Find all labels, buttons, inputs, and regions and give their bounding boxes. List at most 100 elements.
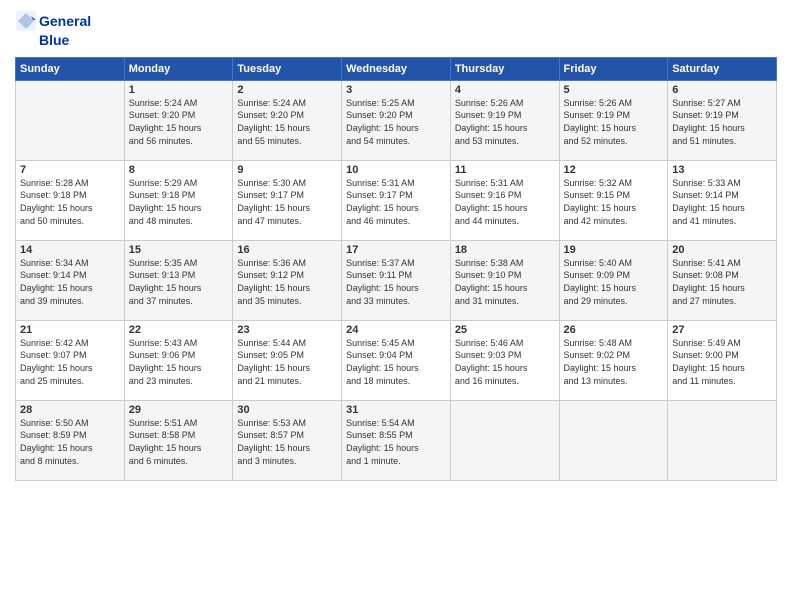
day-info: Sunrise: 5:37 AM Sunset: 9:11 PM Dayligh… [346, 257, 446, 307]
day-number: 17 [346, 244, 446, 256]
day-number: 29 [129, 404, 229, 416]
calendar-cell: 28Sunrise: 5:50 AM Sunset: 8:59 PM Dayli… [16, 400, 125, 480]
day-number: 5 [564, 84, 664, 96]
calendar-cell: 15Sunrise: 5:35 AM Sunset: 9:13 PM Dayli… [124, 240, 233, 320]
day-number: 6 [672, 84, 772, 96]
calendar-cell: 20Sunrise: 5:41 AM Sunset: 9:08 PM Dayli… [668, 240, 777, 320]
day-info: Sunrise: 5:36 AM Sunset: 9:12 PM Dayligh… [237, 257, 337, 307]
page-container: General Blue SundayMondayTuesdayWednesda… [0, 0, 792, 491]
header-cell-wednesday: Wednesday [342, 57, 451, 80]
day-number: 20 [672, 244, 772, 256]
calendar-week-row-3: 14Sunrise: 5:34 AM Sunset: 9:14 PM Dayli… [16, 240, 777, 320]
day-info: Sunrise: 5:24 AM Sunset: 9:20 PM Dayligh… [237, 97, 337, 147]
day-number: 12 [564, 164, 664, 176]
day-info: Sunrise: 5:31 AM Sunset: 9:16 PM Dayligh… [455, 177, 555, 227]
logo: General Blue [15, 10, 91, 49]
day-number: 4 [455, 84, 555, 96]
calendar-cell: 2Sunrise: 5:24 AM Sunset: 9:20 PM Daylig… [233, 80, 342, 160]
calendar-cell: 21Sunrise: 5:42 AM Sunset: 9:07 PM Dayli… [16, 320, 125, 400]
day-number: 23 [237, 324, 337, 336]
calendar-cell: 19Sunrise: 5:40 AM Sunset: 9:09 PM Dayli… [559, 240, 668, 320]
day-number: 16 [237, 244, 337, 256]
calendar-cell: 29Sunrise: 5:51 AM Sunset: 8:58 PM Dayli… [124, 400, 233, 480]
calendar-week-row-2: 7Sunrise: 5:28 AM Sunset: 9:18 PM Daylig… [16, 160, 777, 240]
calendar-cell: 1Sunrise: 5:24 AM Sunset: 9:20 PM Daylig… [124, 80, 233, 160]
calendar-cell: 23Sunrise: 5:44 AM Sunset: 9:05 PM Dayli… [233, 320, 342, 400]
calendar-cell [559, 400, 668, 480]
day-number: 28 [20, 404, 120, 416]
day-number: 19 [564, 244, 664, 256]
day-info: Sunrise: 5:42 AM Sunset: 9:07 PM Dayligh… [20, 337, 120, 387]
calendar-cell: 12Sunrise: 5:32 AM Sunset: 9:15 PM Dayli… [559, 160, 668, 240]
day-number: 22 [129, 324, 229, 336]
day-number: 2 [237, 84, 337, 96]
day-number: 18 [455, 244, 555, 256]
calendar-cell: 22Sunrise: 5:43 AM Sunset: 9:06 PM Dayli… [124, 320, 233, 400]
day-info: Sunrise: 5:44 AM Sunset: 9:05 PM Dayligh… [237, 337, 337, 387]
day-info: Sunrise: 5:41 AM Sunset: 9:08 PM Dayligh… [672, 257, 772, 307]
header-cell-sunday: Sunday [16, 57, 125, 80]
day-number: 21 [20, 324, 120, 336]
day-number: 8 [129, 164, 229, 176]
header-cell-tuesday: Tuesday [233, 57, 342, 80]
calendar-cell: 4Sunrise: 5:26 AM Sunset: 9:19 PM Daylig… [450, 80, 559, 160]
day-number: 31 [346, 404, 446, 416]
day-number: 26 [564, 324, 664, 336]
calendar-cell: 30Sunrise: 5:53 AM Sunset: 8:57 PM Dayli… [233, 400, 342, 480]
day-number: 10 [346, 164, 446, 176]
day-info: Sunrise: 5:26 AM Sunset: 9:19 PM Dayligh… [564, 97, 664, 147]
day-info: Sunrise: 5:49 AM Sunset: 9:00 PM Dayligh… [672, 337, 772, 387]
day-info: Sunrise: 5:54 AM Sunset: 8:55 PM Dayligh… [346, 417, 446, 467]
logo-graphic-icon [15, 10, 37, 32]
calendar-cell: 16Sunrise: 5:36 AM Sunset: 9:12 PM Dayli… [233, 240, 342, 320]
day-number: 3 [346, 84, 446, 96]
calendar-cell [16, 80, 125, 160]
day-number: 1 [129, 84, 229, 96]
day-number: 27 [672, 324, 772, 336]
day-number: 14 [20, 244, 120, 256]
calendar-cell: 24Sunrise: 5:45 AM Sunset: 9:04 PM Dayli… [342, 320, 451, 400]
logo-container: General Blue [15, 10, 91, 49]
calendar-cell: 5Sunrise: 5:26 AM Sunset: 9:19 PM Daylig… [559, 80, 668, 160]
calendar-table: SundayMondayTuesdayWednesdayThursdayFrid… [15, 57, 777, 481]
calendar-cell: 25Sunrise: 5:46 AM Sunset: 9:03 PM Dayli… [450, 320, 559, 400]
day-info: Sunrise: 5:48 AM Sunset: 9:02 PM Dayligh… [564, 337, 664, 387]
day-info: Sunrise: 5:50 AM Sunset: 8:59 PM Dayligh… [20, 417, 120, 467]
calendar-cell: 31Sunrise: 5:54 AM Sunset: 8:55 PM Dayli… [342, 400, 451, 480]
day-info: Sunrise: 5:29 AM Sunset: 9:18 PM Dayligh… [129, 177, 229, 227]
day-info: Sunrise: 5:43 AM Sunset: 9:06 PM Dayligh… [129, 337, 229, 387]
day-number: 30 [237, 404, 337, 416]
header-cell-saturday: Saturday [668, 57, 777, 80]
calendar-cell [668, 400, 777, 480]
day-info: Sunrise: 5:26 AM Sunset: 9:19 PM Dayligh… [455, 97, 555, 147]
calendar-cell [450, 400, 559, 480]
logo-text-general: General [39, 13, 91, 30]
day-info: Sunrise: 5:35 AM Sunset: 9:13 PM Dayligh… [129, 257, 229, 307]
calendar-cell: 3Sunrise: 5:25 AM Sunset: 9:20 PM Daylig… [342, 80, 451, 160]
calendar-cell: 27Sunrise: 5:49 AM Sunset: 9:00 PM Dayli… [668, 320, 777, 400]
day-info: Sunrise: 5:32 AM Sunset: 9:15 PM Dayligh… [564, 177, 664, 227]
header-cell-friday: Friday [559, 57, 668, 80]
header: General Blue [15, 10, 777, 49]
calendar-header-row: SundayMondayTuesdayWednesdayThursdayFrid… [16, 57, 777, 80]
calendar-week-row-5: 28Sunrise: 5:50 AM Sunset: 8:59 PM Dayli… [16, 400, 777, 480]
day-info: Sunrise: 5:34 AM Sunset: 9:14 PM Dayligh… [20, 257, 120, 307]
calendar-cell: 17Sunrise: 5:37 AM Sunset: 9:11 PM Dayli… [342, 240, 451, 320]
day-info: Sunrise: 5:24 AM Sunset: 9:20 PM Dayligh… [129, 97, 229, 147]
day-number: 11 [455, 164, 555, 176]
day-number: 25 [455, 324, 555, 336]
calendar-cell: 14Sunrise: 5:34 AM Sunset: 9:14 PM Dayli… [16, 240, 125, 320]
day-info: Sunrise: 5:31 AM Sunset: 9:17 PM Dayligh… [346, 177, 446, 227]
day-info: Sunrise: 5:45 AM Sunset: 9:04 PM Dayligh… [346, 337, 446, 387]
calendar-cell: 10Sunrise: 5:31 AM Sunset: 9:17 PM Dayli… [342, 160, 451, 240]
logo-text-blue: Blue [39, 32, 91, 49]
calendar-week-row-4: 21Sunrise: 5:42 AM Sunset: 9:07 PM Dayli… [16, 320, 777, 400]
day-number: 7 [20, 164, 120, 176]
calendar-cell: 26Sunrise: 5:48 AM Sunset: 9:02 PM Dayli… [559, 320, 668, 400]
day-info: Sunrise: 5:40 AM Sunset: 9:09 PM Dayligh… [564, 257, 664, 307]
day-info: Sunrise: 5:51 AM Sunset: 8:58 PM Dayligh… [129, 417, 229, 467]
day-info: Sunrise: 5:38 AM Sunset: 9:10 PM Dayligh… [455, 257, 555, 307]
calendar-cell: 6Sunrise: 5:27 AM Sunset: 9:19 PM Daylig… [668, 80, 777, 160]
day-info: Sunrise: 5:53 AM Sunset: 8:57 PM Dayligh… [237, 417, 337, 467]
day-number: 15 [129, 244, 229, 256]
